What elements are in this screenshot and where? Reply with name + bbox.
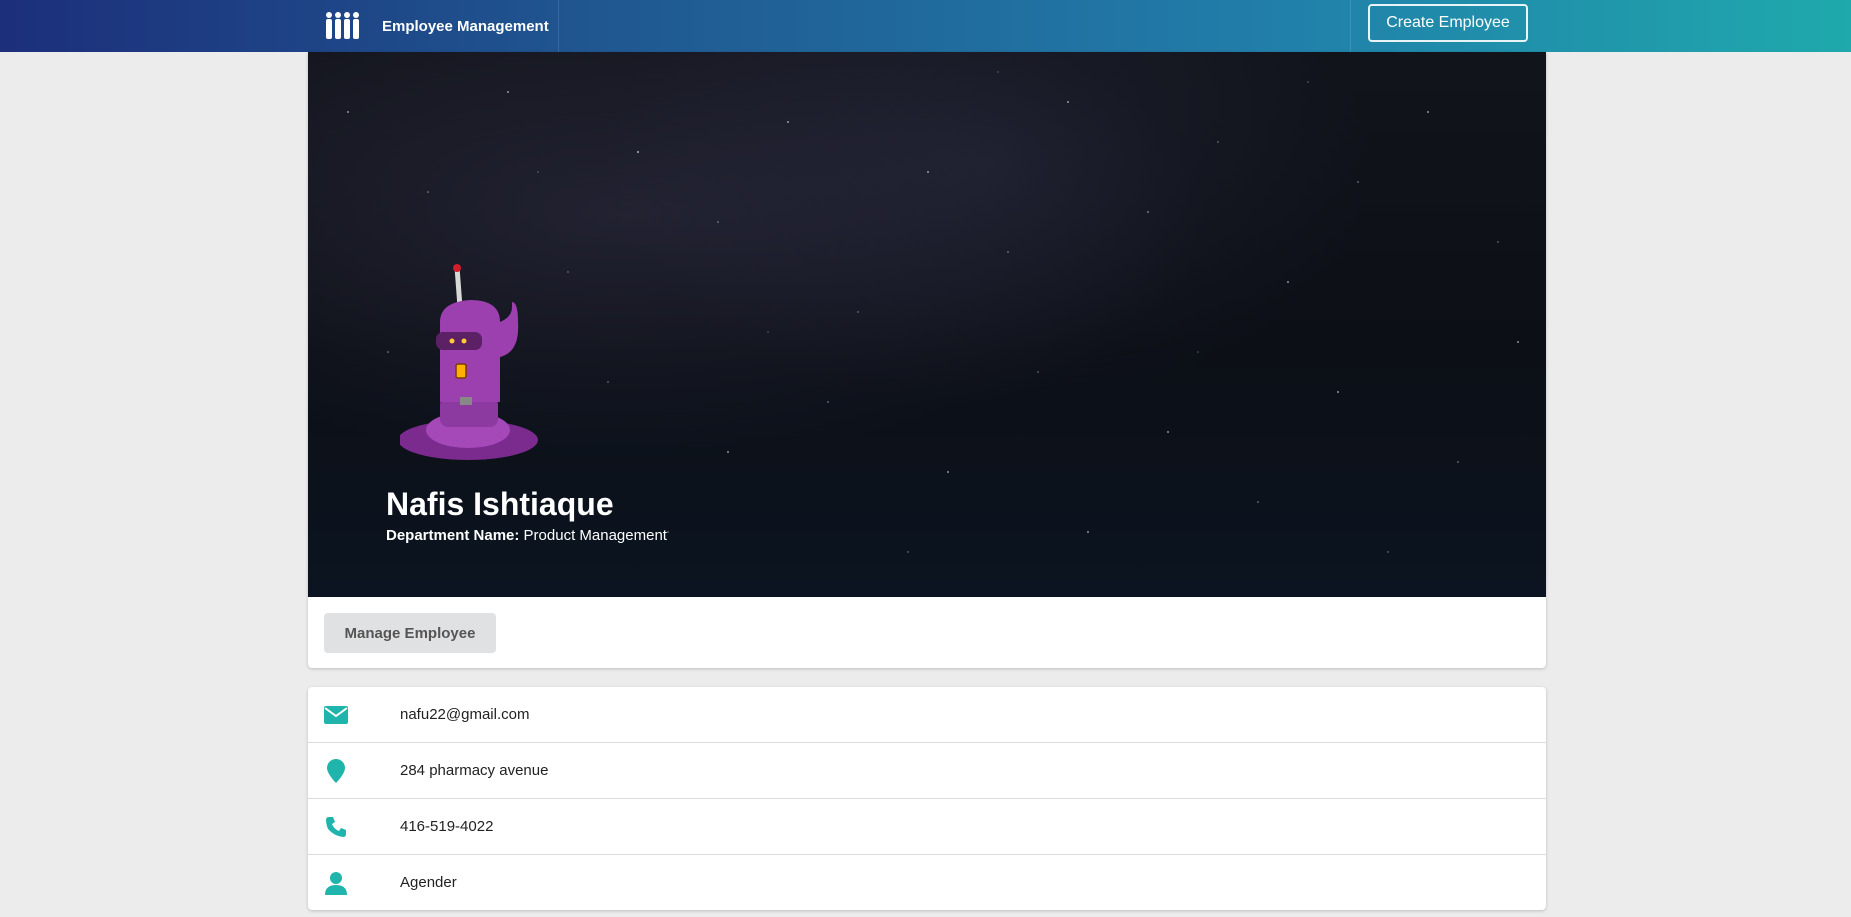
address-value: 284 pharmacy avenue <box>400 762 549 779</box>
people-group-icon <box>324 10 364 42</box>
list-item-email: nafu22@gmail.com <box>308 687 1546 742</box>
profile-banner: Nafis Ishtiaque Department Name: Product… <box>308 52 1546 597</box>
manage-employee-button[interactable]: Manage Employee <box>324 613 496 653</box>
gender-value: Agender <box>400 874 457 891</box>
list-item-gender: Agender <box>308 854 1546 910</box>
department-label: Department Name: <box>386 527 520 544</box>
employee-department: Department Name: Product Management <box>386 527 667 544</box>
employee-name: Nafis Ishtiaque <box>386 486 614 522</box>
list-item-address: 284 pharmacy avenue <box>308 742 1546 798</box>
top-navbar: Employee Management Create Employee <box>0 0 1851 52</box>
navbar-divider <box>1350 0 1351 52</box>
department-value: Product Management <box>523 527 667 544</box>
envelope-icon <box>324 703 348 727</box>
employee-profile-card: Nafis Ishtiaque Department Name: Product… <box>308 52 1546 668</box>
purple-robot-avatar <box>400 264 538 460</box>
phone-value: 416-519-4022 <box>400 818 494 835</box>
employee-details-list: nafu22@gmail.com 284 pharmacy avenue 416… <box>308 687 1546 910</box>
map-marker-icon <box>324 758 348 783</box>
email-value: nafu22@gmail.com <box>400 706 530 723</box>
brand[interactable]: Employee Management <box>308 0 559 52</box>
create-employee-button[interactable]: Create Employee <box>1368 4 1528 42</box>
list-item-phone: 416-519-4022 <box>308 798 1546 854</box>
phone-icon <box>324 815 348 839</box>
app-title: Employee Management <box>382 17 549 35</box>
user-icon <box>324 871 348 895</box>
